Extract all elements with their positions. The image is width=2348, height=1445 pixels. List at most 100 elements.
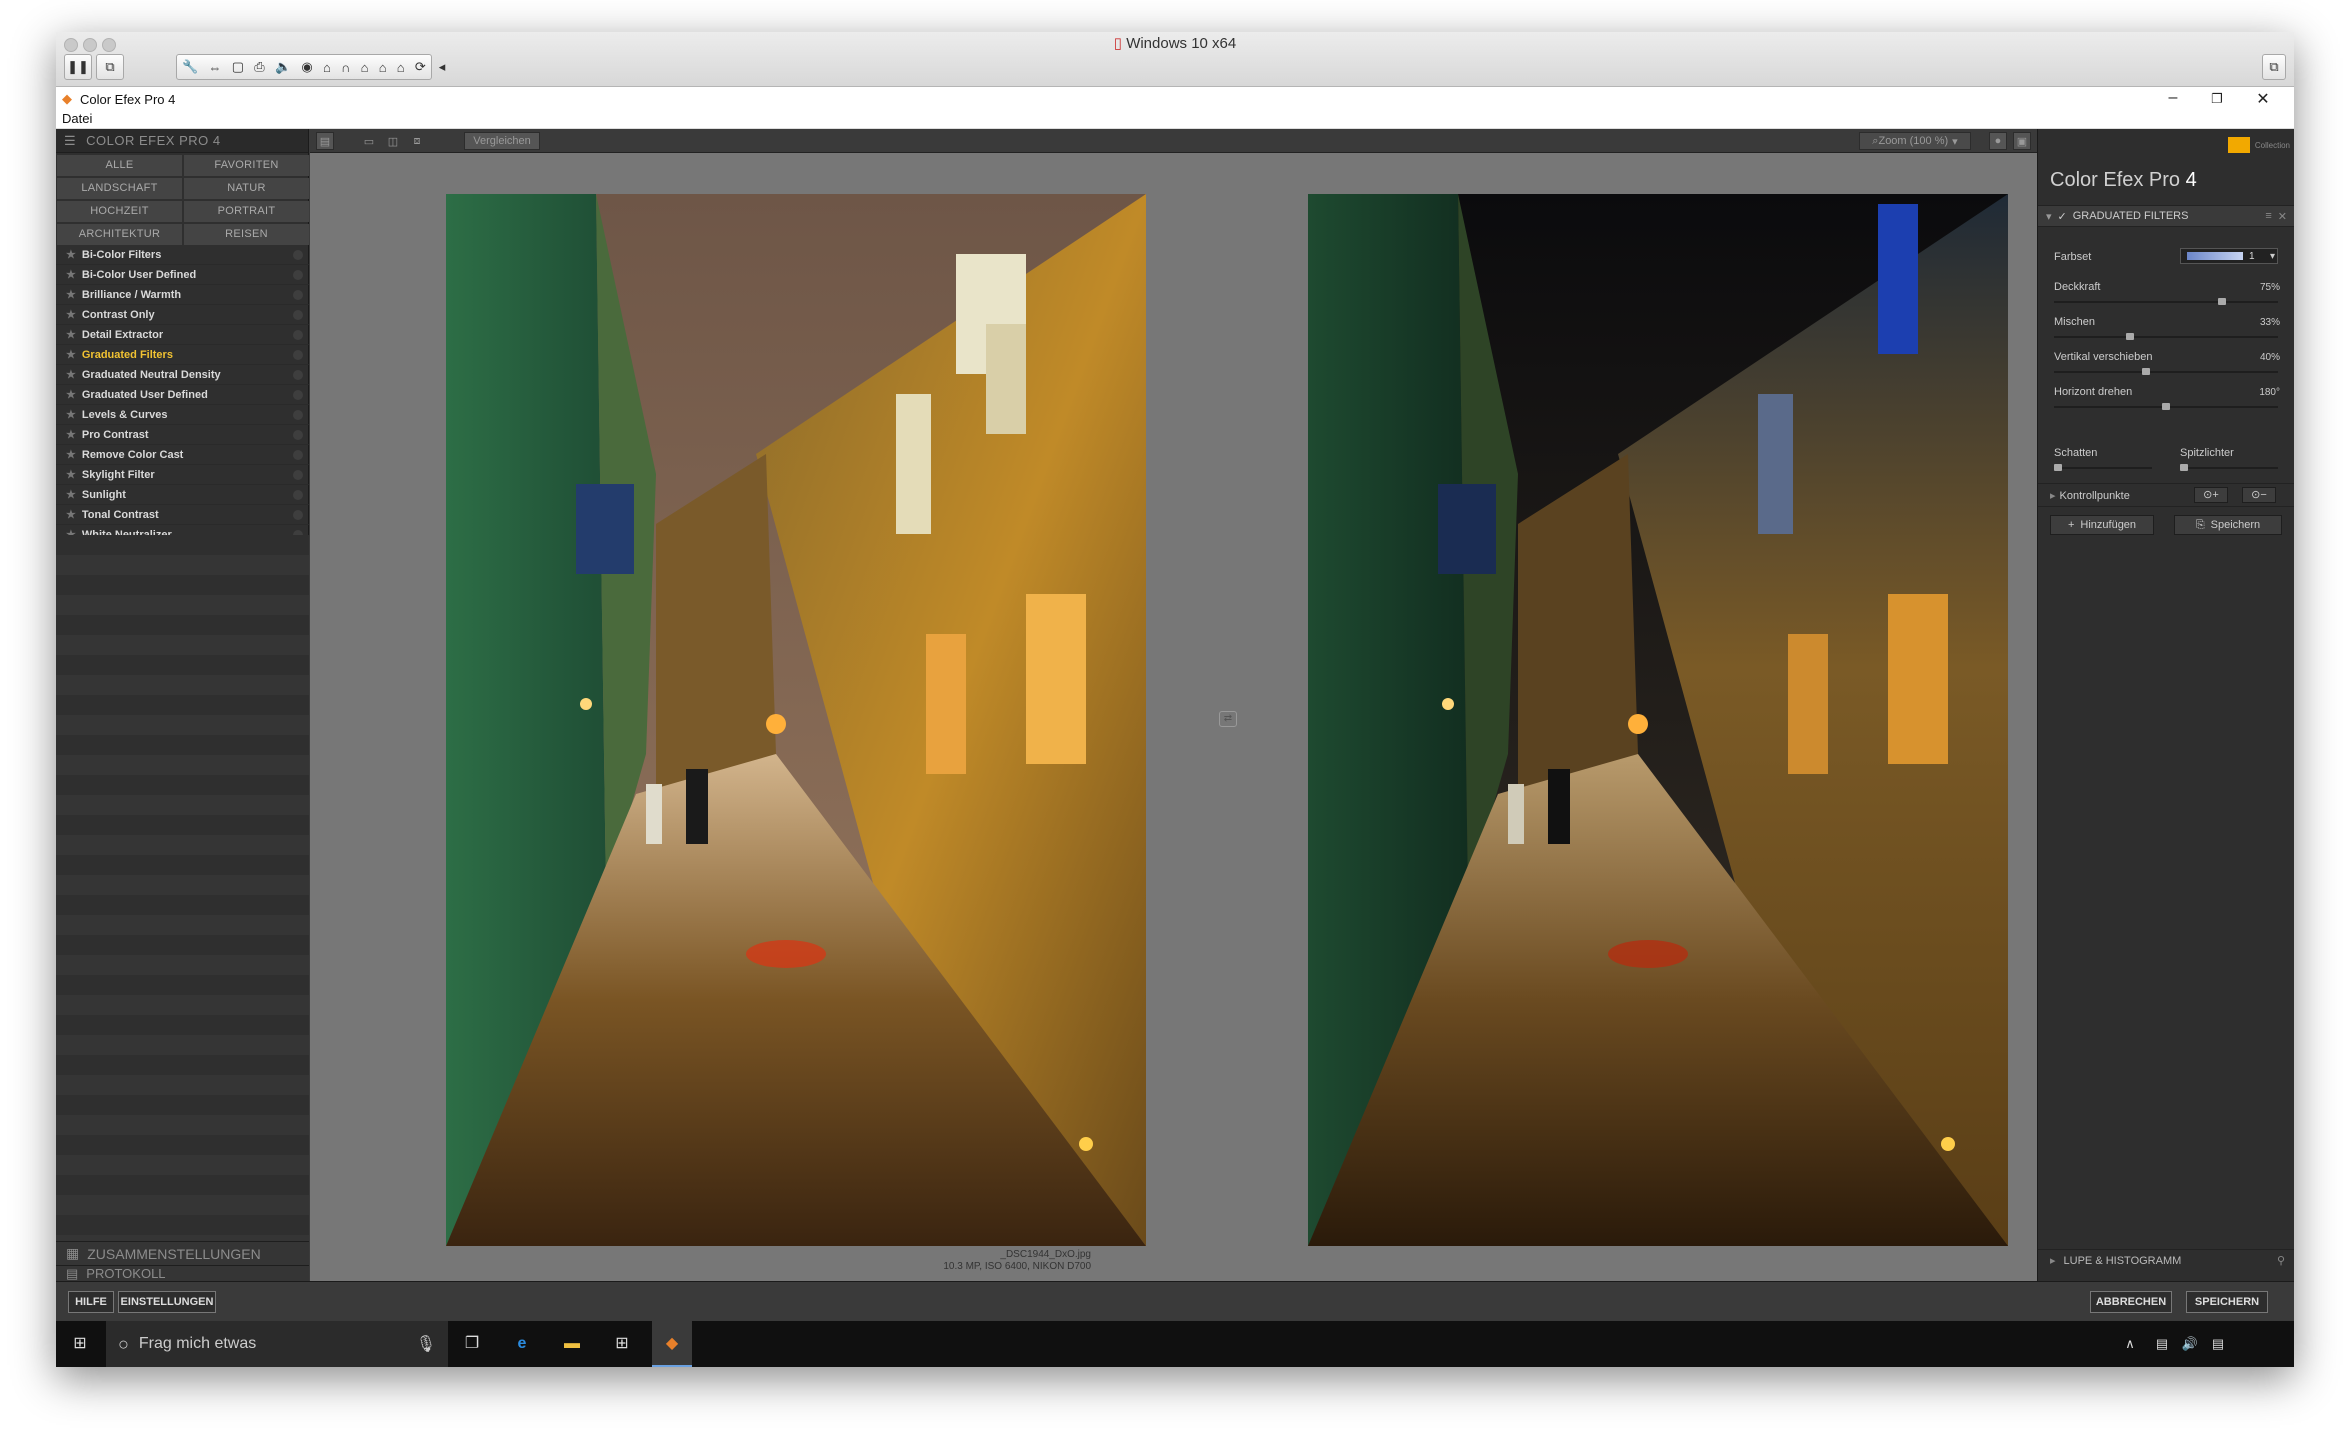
category-alle[interactable]: ALLE [57, 155, 182, 176]
share-icon[interactable]: ⌂ [379, 60, 387, 75]
settings-button[interactable]: EINSTELLUNGEN [118, 1291, 216, 1313]
recipes-section[interactable]: ▦ ZUSAMMENSTELLUNGEN [56, 1241, 309, 1265]
slider-thumb[interactable] [2142, 368, 2150, 375]
filter-options-icon[interactable] [293, 289, 303, 300]
star-icon[interactable]: ★ [66, 288, 76, 301]
add-filter-button[interactable]: + Hinzufügen [2050, 515, 2154, 535]
collapse-icon[interactable]: ◂ [436, 54, 448, 80]
disk-icon[interactable]: ▢ [232, 59, 244, 75]
filter-options-icon[interactable] [293, 449, 303, 460]
network-icon[interactable]: ▤ [2148, 1331, 2176, 1357]
filter-item[interactable]: ★ Graduated User Defined [56, 385, 309, 405]
deckkraft-slider[interactable] [2054, 298, 2278, 305]
filter-options-icon[interactable] [293, 469, 303, 480]
add-control-point-button[interactable]: ⊙+ [2194, 487, 2228, 503]
restore-icon[interactable]: ❐ [2202, 91, 2232, 107]
sync-icon[interactable]: ⟳ [415, 59, 426, 75]
snapshot-button[interactable]: ⧉ [96, 54, 124, 80]
slider-thumb[interactable] [2218, 298, 2226, 305]
filter-options-icon[interactable] [293, 309, 303, 320]
headset-icon[interactable]: ∩ [341, 60, 350, 75]
filter-item[interactable]: ★ Sunlight [56, 485, 309, 505]
filter-options-icon[interactable] [293, 409, 303, 420]
category-favoriten[interactable]: FAVORITEN [184, 155, 309, 176]
star-icon[interactable]: ★ [66, 268, 76, 281]
category-architektur[interactable]: ARCHITEKTUR [57, 224, 182, 245]
menu-datei[interactable]: Datei [62, 111, 92, 126]
horizont-slider[interactable] [2054, 403, 2278, 410]
filter-menu-icon[interactable]: ≡ [2265, 210, 2271, 222]
single-view-icon[interactable]: ▭ [360, 132, 378, 150]
cancel-button[interactable]: ABBRECHEN [2090, 1291, 2172, 1313]
slider-thumb[interactable] [2162, 403, 2170, 410]
category-natur[interactable]: NATUR [184, 178, 309, 199]
lock-icon[interactable]: ⌂ [361, 60, 369, 75]
filter-item-selected[interactable]: ★ Graduated Filters [56, 345, 309, 365]
toggle-panel-icon[interactable]: ▤ [316, 132, 334, 150]
store-icon[interactable]: ⊞ [608, 1331, 636, 1357]
filter-item[interactable]: ★ Levels & Curves [56, 405, 309, 425]
filter-header[interactable]: ▾ ✓ GRADUATED FILTERS ≡ ✕ [2038, 205, 2294, 227]
swap-images-icon[interactable]: ⇄ [1219, 711, 1237, 727]
filter-options-icon[interactable] [293, 509, 303, 520]
spitzlichter-slider[interactable] [2180, 464, 2278, 471]
wrench-icon[interactable]: 🔧 [182, 59, 198, 75]
filter-item[interactable]: ★ Brilliance / Warmth [56, 285, 309, 305]
cortana-search[interactable]: ○ Frag mich etwas 🎙 [106, 1321, 448, 1367]
farbset-select[interactable]: 1 ▾ [2180, 248, 2278, 264]
mischen-slider[interactable] [2054, 333, 2278, 340]
collapse-arrow-icon[interactable]: ▾ [2046, 210, 2052, 223]
history-section[interactable]: ▤ PROTOKOLL [56, 1265, 309, 1281]
filter-item[interactable]: ★ Detail Extractor [56, 325, 309, 345]
loupe-histogram-section[interactable]: ▸ LUPE & HISTOGRAMM ⚲ [2038, 1249, 2294, 1271]
star-icon[interactable]: ★ [66, 308, 76, 321]
slider-thumb[interactable] [2180, 464, 2188, 471]
remove-filter-icon[interactable]: ✕ [2278, 210, 2287, 223]
resize-icon[interactable]: ⇔ [209, 60, 222, 75]
star-icon[interactable]: ★ [66, 428, 76, 441]
filter-item[interactable]: ★ Pro Contrast [56, 425, 309, 445]
star-icon[interactable]: ★ [66, 248, 76, 261]
filter-options-icon[interactable] [293, 349, 303, 360]
minimize-icon[interactable]: – [2158, 89, 2188, 107]
category-reisen[interactable]: REISEN [184, 224, 309, 245]
filter-options-icon[interactable] [293, 429, 303, 440]
pause-button[interactable]: ❚❚ [64, 54, 92, 80]
category-portrait[interactable]: PORTRAIT [184, 201, 309, 222]
filter-item[interactable]: ★ Remove Color Cast [56, 445, 309, 465]
filter-item[interactable]: ★ Bi-Color Filters [56, 245, 309, 265]
save-button[interactable]: SPEICHERN [2186, 1291, 2268, 1313]
filter-item[interactable]: ★ Bi-Color User Defined [56, 265, 309, 285]
task-view-icon[interactable]: ❐ [458, 1331, 486, 1357]
filter-options-icon[interactable] [293, 249, 303, 260]
file-explorer-icon[interactable]: ▬ [558, 1331, 586, 1357]
vertikal-slider[interactable] [2054, 368, 2278, 375]
slider-thumb[interactable] [2054, 464, 2062, 471]
filter-options-icon[interactable] [293, 489, 303, 500]
star-icon[interactable]: ★ [66, 368, 76, 381]
filter-options-icon[interactable] [293, 329, 303, 340]
help-button[interactable]: HILFE [68, 1291, 114, 1313]
show-hidden-icons-icon[interactable]: ∧ [2116, 1331, 2144, 1357]
star-icon[interactable]: ★ [66, 448, 76, 461]
edge-icon[interactable]: e [508, 1331, 536, 1357]
loupe-toggle-icon[interactable]: ▣ [2013, 132, 2031, 150]
zoom-select[interactable]: ⌕ Zoom (100 %) ▾ [1859, 132, 1971, 150]
close-icon[interactable]: ✕ [2248, 89, 2278, 109]
filter-item[interactable]: ★ Tonal Contrast [56, 505, 309, 525]
filter-item[interactable]: ★ Graduated Neutral Density [56, 365, 309, 385]
star-icon[interactable]: ★ [66, 348, 76, 361]
slider-thumb[interactable] [2126, 333, 2134, 340]
microphone-icon[interactable]: 🎙 [416, 1334, 436, 1354]
compare-button[interactable]: Vergleichen [464, 132, 540, 150]
filter-options-icon[interactable] [293, 369, 303, 380]
star-icon[interactable]: ★ [66, 488, 76, 501]
category-hochzeit[interactable]: HOCHZEIT [57, 201, 182, 222]
side-by-side-icon[interactable]: ⧈ [408, 132, 426, 150]
kontrollpunkte-label[interactable]: ▸ Kontrollpunkte [2050, 489, 2130, 502]
filter-item[interactable]: ★ Contrast Only [56, 305, 309, 325]
speaker-icon[interactable]: 🔈 [275, 59, 291, 75]
star-icon[interactable]: ★ [66, 388, 76, 401]
filter-options-icon[interactable] [293, 269, 303, 280]
pin-icon[interactable]: ⚲ [2277, 1254, 2285, 1267]
